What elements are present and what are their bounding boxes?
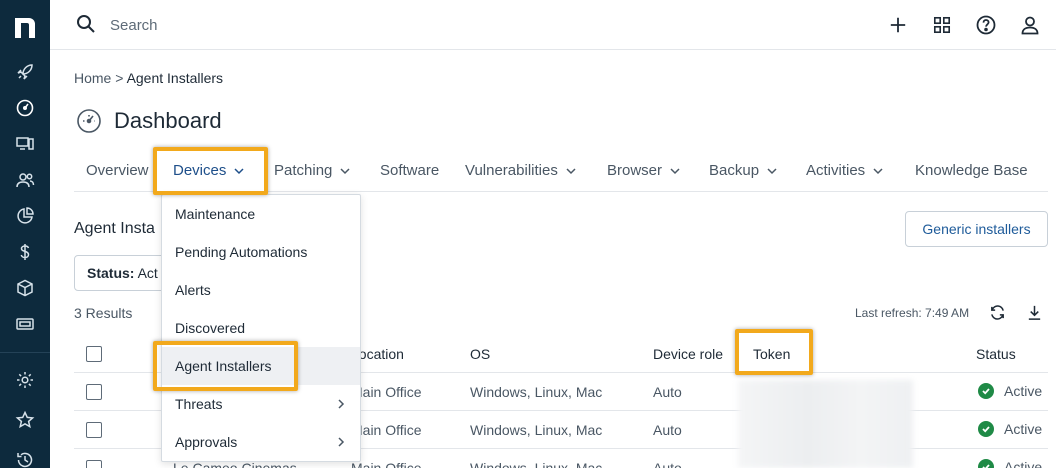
top-bar [50,0,1056,50]
row-checkbox[interactable] [86,384,102,400]
ninja-logo-icon[interactable] [11,12,39,40]
status-filter[interactable]: Status: Act [74,255,174,291]
add-plus-icon[interactable] [887,14,909,36]
row-location: Main Office [351,384,422,400]
menu-item-alerts[interactable]: Alerts [162,271,360,309]
tab-software[interactable]: Software [380,150,439,192]
users-icon[interactable] [13,168,37,192]
devices-icon[interactable] [13,132,37,156]
dashboard-gauge-icon [77,109,101,133]
column-header-os[interactable]: OS [470,346,490,362]
column-header-token[interactable]: Token [753,346,790,362]
breadcrumb-home-link[interactable]: Home [74,70,111,86]
row-checkbox[interactable] [86,422,102,438]
menu-item-threats[interactable]: Threats [162,385,360,423]
reports-pie-icon[interactable] [13,204,37,228]
tab-devices[interactable]: Devices [173,150,244,192]
chevron-right-icon [338,399,345,409]
breadcrumb: Home > Agent Installers [74,70,223,86]
row-device-role: Auto [653,422,682,438]
row-device-role: Auto [653,384,682,400]
breadcrumb-separator: > [115,70,124,86]
tab-browser[interactable]: Browser [607,150,680,192]
chevron-down-icon [566,168,576,175]
results-count: 3 Results [74,305,133,321]
tab-activities[interactable]: Activities [806,150,883,192]
chevron-down-icon [670,168,680,175]
row-location: Main Office [351,460,422,468]
dashboard-gauge-icon[interactable] [0,90,50,126]
row-os: Windows, Linux, Mac [470,460,603,468]
select-all-checkbox[interactable] [86,346,102,362]
row-os: Windows, Linux, Mac [470,384,603,400]
row-device-role: Auto [653,460,682,468]
section-title: Agent Insta [74,220,155,237]
column-header-device-role[interactable]: Device role [653,346,723,362]
devices-dropdown-menu: Maintenance Pending Automations Alerts D… [161,194,361,462]
rail-divider [0,352,50,353]
row-os: Windows, Linux, Mac [470,422,603,438]
chevron-down-icon [767,168,777,175]
tab-overview[interactable]: Overview [86,150,149,192]
chevron-down-icon [234,168,244,175]
check-circle-icon [978,383,994,399]
help-question-icon[interactable] [975,14,997,36]
check-circle-icon [978,421,994,437]
menu-item-discovered[interactable]: Discovered [162,309,360,347]
history-icon[interactable] [13,448,37,468]
last-refresh-text: Last refresh: 7:49 AM [855,306,970,320]
page-title: Dashboard [114,108,222,133]
refresh-icon[interactable] [989,304,1006,321]
row-location: Main Office [351,422,422,438]
filter-value: Act [137,265,158,281]
billing-dollar-icon[interactable] [13,240,37,264]
ticket-icon[interactable] [13,312,37,336]
chevron-down-icon [340,168,350,175]
user-profile-icon[interactable] [1019,14,1041,36]
tab-backup[interactable]: Backup [709,150,777,192]
page-header: Dashboard [76,108,222,134]
tab-bar: Overview Devices Patching Software Vulne… [74,150,1048,192]
row-status: Active [978,459,1042,468]
left-rail [0,0,50,468]
tab-knowledge-base[interactable]: Knowledge Base [915,150,1028,192]
search-input[interactable] [110,13,410,37]
software-box-icon[interactable] [13,276,37,300]
menu-item-maintenance[interactable]: Maintenance [162,195,360,233]
check-circle-icon [978,459,994,468]
search-icon[interactable] [76,14,96,34]
menu-item-agent-installers[interactable]: Agent Installers [162,347,360,385]
token-redacted-area [738,380,913,468]
tab-patching[interactable]: Patching [274,150,350,192]
row-checkbox[interactable] [86,460,102,468]
row-status: Active [978,421,1042,437]
apps-grid-icon[interactable] [931,14,953,36]
menu-item-approvals[interactable]: Approvals [162,423,360,461]
tab-vulnerabilities[interactable]: Vulnerabilities [465,150,576,192]
menu-item-pending-automations[interactable]: Pending Automations [162,233,360,271]
breadcrumb-current: Agent Installers [126,70,224,86]
favorites-star-icon[interactable] [13,408,37,432]
download-icon[interactable] [1026,304,1043,321]
settings-gear-icon[interactable] [13,368,37,392]
row-status: Active [978,383,1042,399]
rocket-icon[interactable] [13,60,37,84]
chevron-right-icon [338,437,345,447]
generic-installers-button[interactable]: Generic installers [905,211,1048,247]
chevron-down-icon [873,168,883,175]
column-header-status[interactable]: Status [976,346,1016,362]
filter-label: Status: [87,265,135,281]
